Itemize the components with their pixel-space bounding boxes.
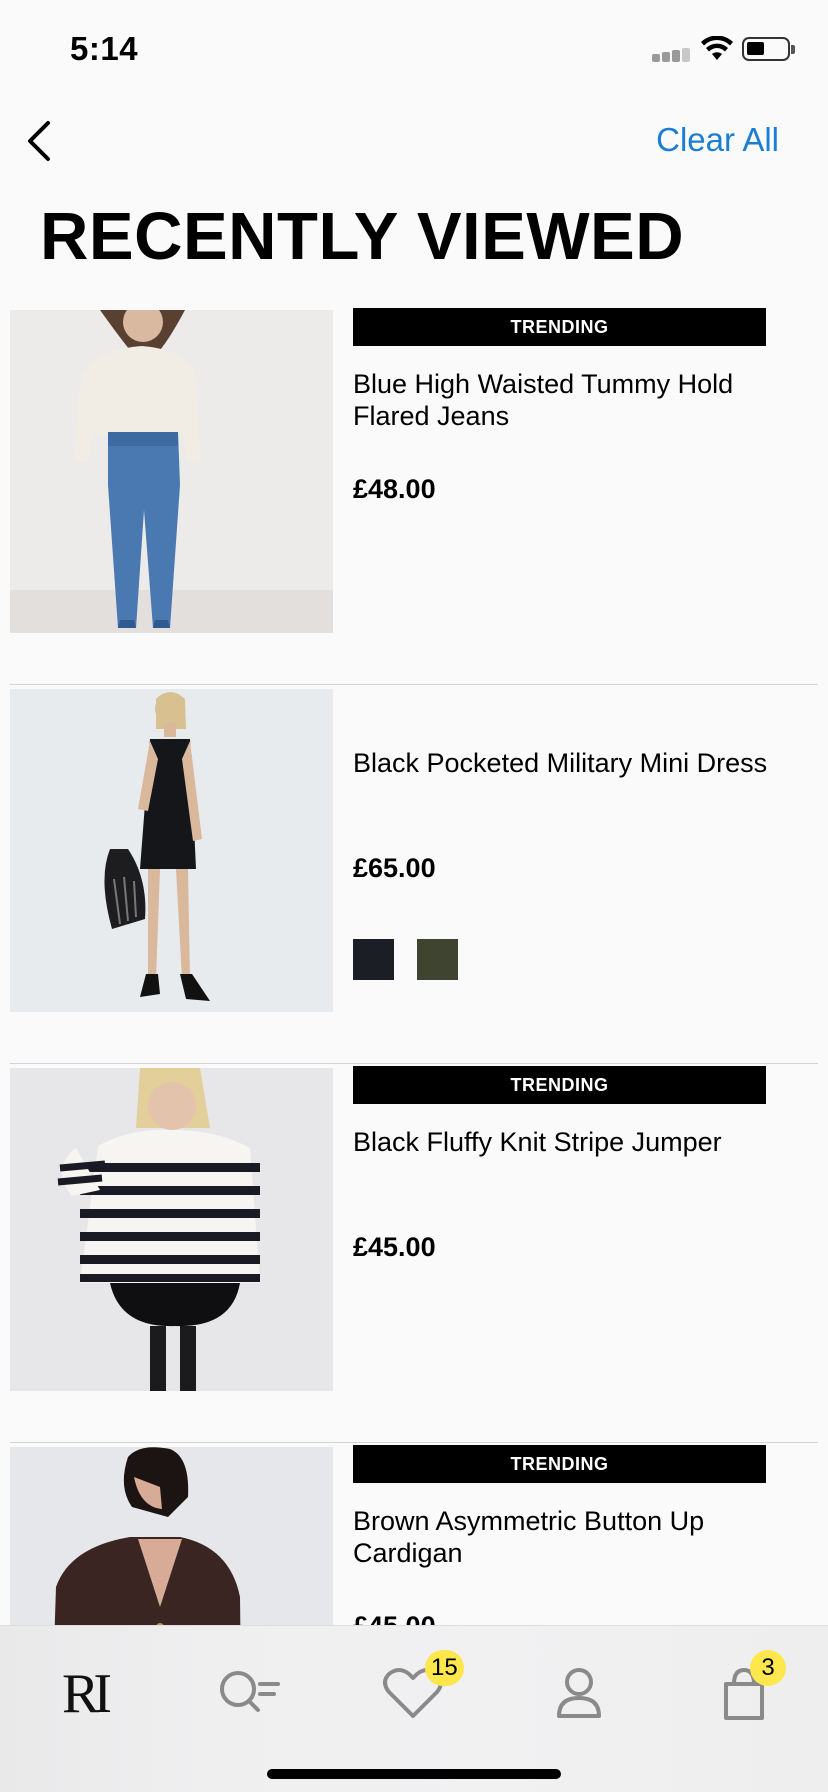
status-bar: 5:14 bbox=[0, 0, 828, 100]
tab-bar: RI 15 3 bbox=[0, 1625, 828, 1792]
product-price: £45.00 bbox=[353, 1232, 436, 1262]
trending-badge: TRENDING bbox=[353, 1445, 766, 1483]
tab-home[interactable]: RI bbox=[44, 1656, 124, 1726]
product-price: £48.00 bbox=[353, 474, 436, 504]
search-icon bbox=[220, 1671, 280, 1712]
page-title: RECENTLY VIEWED bbox=[40, 199, 685, 274]
trending-badge: TRENDING bbox=[353, 308, 766, 346]
product-image[interactable] bbox=[10, 310, 333, 633]
svg-text:RI: RI bbox=[62, 1663, 110, 1725]
back-button[interactable] bbox=[20, 118, 60, 164]
product-image[interactable] bbox=[10, 689, 333, 1012]
tab-search[interactable] bbox=[208, 1656, 288, 1726]
product-item[interactable]: TRENDING Blue High Waisted Tummy Hold Fl… bbox=[0, 306, 828, 685]
product-price: £65.00 bbox=[353, 853, 436, 883]
home-indicator bbox=[267, 1769, 561, 1779]
product-name[interactable]: Blue High Waisted Tummy Hold Flared Jean… bbox=[353, 368, 773, 432]
product-name[interactable]: Brown Asymmetric Button Up Cardigan bbox=[353, 1505, 773, 1569]
tab-wishlist[interactable]: 15 bbox=[373, 1650, 464, 1726]
recently-viewed-screen: 5:14 Clear All RECENTLY VIEWED TRENDING … bbox=[0, 0, 828, 1792]
product-list: TRENDING Blue High Waisted Tummy Hold Fl… bbox=[0, 306, 828, 1792]
product-item[interactable]: Black Pocketed Military Mini Dress £65.0… bbox=[0, 685, 828, 1064]
product-image[interactable] bbox=[10, 1068, 333, 1391]
tab-account[interactable] bbox=[539, 1656, 619, 1726]
product-item[interactable]: TRENDING Black Fluffy Knit Stripe Jumper… bbox=[0, 1064, 828, 1443]
bag-count-badge: 3 bbox=[750, 1650, 786, 1686]
person-icon bbox=[557, 1668, 601, 1718]
product-name[interactable]: Black Pocketed Military Mini Dress bbox=[353, 747, 773, 779]
tab-bag[interactable]: 3 bbox=[704, 1650, 786, 1726]
wifi-icon bbox=[701, 36, 733, 60]
chevron-left-icon bbox=[28, 121, 50, 161]
status-time: 5:14 bbox=[70, 30, 139, 67]
cellular-signal-icon bbox=[652, 48, 692, 62]
clear-all-button[interactable]: Clear All bbox=[656, 121, 779, 159]
product-name[interactable]: Black Fluffy Knit Stripe Jumper bbox=[353, 1126, 773, 1158]
wishlist-count-badge: 15 bbox=[425, 1650, 464, 1686]
trending-badge: TRENDING bbox=[353, 1066, 766, 1104]
color-swatch[interactable] bbox=[353, 939, 394, 980]
ri-logo-icon: RI bbox=[62, 1663, 116, 1725]
battery-icon bbox=[742, 37, 795, 61]
color-swatch[interactable] bbox=[417, 939, 458, 980]
